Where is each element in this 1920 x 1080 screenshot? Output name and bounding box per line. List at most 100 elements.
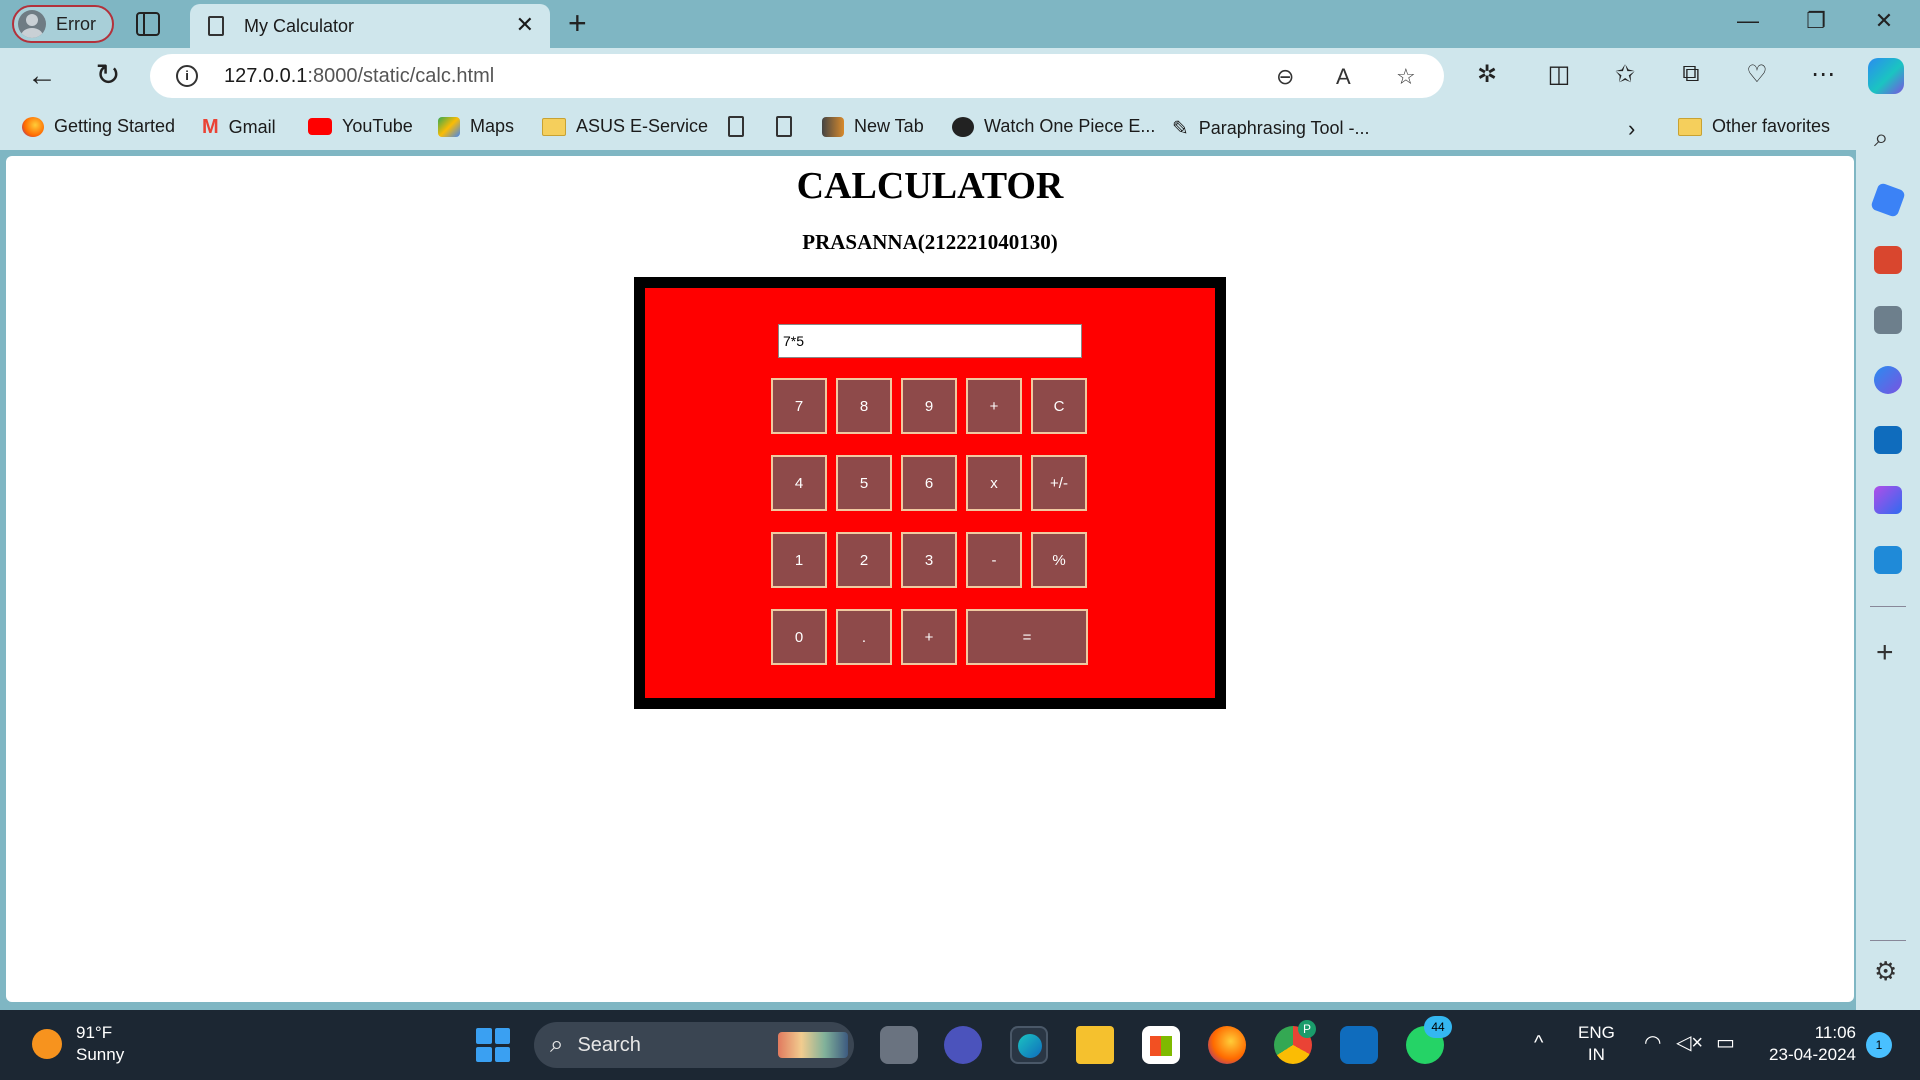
page-icon	[208, 16, 224, 36]
tab-my-calculator[interactable]: My Calculator ✕	[190, 4, 550, 48]
favorite-star-icon[interactable]: ☆	[1396, 64, 1416, 90]
more-menu-icon[interactable]: ⋯	[1806, 60, 1840, 89]
outlook-icon[interactable]	[1874, 426, 1902, 454]
restore-icon[interactable]: ❐	[1796, 8, 1836, 34]
collections-icon[interactable]: ⧉	[1674, 60, 1708, 88]
tools-icon[interactable]	[1874, 246, 1902, 274]
favorites-icon[interactable]: ✩	[1608, 60, 1642, 89]
refresh-icon[interactable]: ↻	[88, 58, 128, 94]
key-decimal[interactable]: .	[836, 609, 892, 665]
close-window-icon[interactable]: ✕	[1864, 8, 1904, 34]
key-percent[interactable]: %	[1031, 532, 1087, 588]
favorite-paraphrasing-tool[interactable]: ✎ Paraphrasing Tool -...	[1172, 116, 1370, 141]
new-tab-icon[interactable]: +	[568, 6, 587, 40]
read-aloud-icon[interactable]: A	[1336, 64, 1351, 90]
key-plus[interactable]: +	[966, 378, 1022, 434]
whatsapp-icon[interactable]: 44	[1406, 1016, 1452, 1064]
taskbar-search[interactable]: ⌕ Search	[534, 1022, 854, 1068]
key-2[interactable]: 2	[836, 532, 892, 588]
send-icon[interactable]	[1874, 546, 1902, 574]
key-7[interactable]: 7	[771, 378, 827, 434]
key-minus[interactable]: -	[966, 532, 1022, 588]
one-piece-icon	[952, 116, 974, 137]
task-view-icon[interactable]	[880, 1026, 918, 1064]
search-icon[interactable]: ⌕	[1874, 122, 1889, 154]
key-0[interactable]: 0	[771, 609, 827, 665]
split-screen-icon[interactable]: ◫	[1542, 60, 1576, 89]
gmail-icon: M	[202, 116, 219, 138]
edge-icon[interactable]	[1010, 1026, 1048, 1064]
sun-icon	[32, 1029, 62, 1059]
favorites-bar: Getting Started M Gmail YouTube Maps ASU…	[0, 106, 1920, 150]
more-favorites-chevron-icon[interactable]: ›	[1628, 116, 1635, 142]
chrome-icon[interactable]: P	[1274, 1020, 1316, 1064]
clock[interactable]: 11:06 23-04-2024	[1760, 1022, 1856, 1066]
key-plus-2[interactable]: +	[901, 609, 957, 665]
key-1[interactable]: 1	[771, 532, 827, 588]
firefox-icon[interactable]	[1208, 1026, 1246, 1064]
key-5[interactable]: 5	[836, 455, 892, 511]
title-bar: Error My Calculator ✕ + — ❐ ✕	[0, 0, 1920, 48]
browser-essentials-icon[interactable]: ♡	[1740, 60, 1774, 89]
favorite-watch-one-piece[interactable]: Watch One Piece E...	[952, 116, 1155, 137]
weather-widget[interactable]: 91°F Sunny	[32, 1022, 124, 1066]
favorite-youtube[interactable]: YouTube	[308, 116, 413, 137]
sidebar-divider	[1870, 606, 1906, 607]
address-bar[interactable]: i 127.0.0.1:8000/static/calc.html ⊖ A ☆	[150, 54, 1444, 98]
games-icon[interactable]	[1874, 306, 1902, 334]
show-hidden-icons-chevron-icon[interactable]: ^	[1534, 1032, 1543, 1054]
favorite-file-1[interactable]	[728, 116, 744, 137]
weather-desc: Sunny	[76, 1045, 125, 1064]
copilot-icon[interactable]	[1868, 58, 1904, 94]
key-9[interactable]: 9	[901, 378, 957, 434]
sidebar-divider	[1870, 940, 1906, 941]
key-6[interactable]: 6	[901, 455, 957, 511]
language-indicator[interactable]: ENG IN	[1578, 1022, 1615, 1066]
key-equals[interactable]: =	[966, 609, 1088, 665]
favorite-file-2[interactable]	[776, 116, 792, 137]
key-3[interactable]: 3	[901, 532, 957, 588]
favorite-gmail[interactable]: M Gmail	[202, 116, 276, 139]
favorite-new-tab[interactable]: New Tab	[822, 116, 924, 137]
microsoft-365-icon[interactable]	[1874, 366, 1902, 394]
zoom-out-icon[interactable]: ⊖	[1276, 64, 1294, 90]
key-4[interactable]: 4	[771, 455, 827, 511]
settings-gear-icon[interactable]: ⚙	[1874, 956, 1897, 987]
notification-count[interactable]: 1	[1866, 1032, 1892, 1058]
microsoft-store-icon[interactable]	[1142, 1026, 1180, 1064]
page-subtitle: PRASANNA(212221040130)	[802, 230, 1058, 254]
other-favorites[interactable]: Other favorites	[1678, 116, 1830, 137]
url-text[interactable]: 127.0.0.1:8000/static/calc.html	[224, 65, 494, 88]
teams-chat-icon[interactable]	[944, 1026, 982, 1064]
address-toolbar: ← ↻ i 127.0.0.1:8000/static/calc.html ⊖ …	[0, 48, 1920, 106]
key-multiply[interactable]: x	[966, 455, 1022, 511]
avatar-icon	[18, 10, 46, 38]
favorite-asus-e-service[interactable]: ASUS E-Service	[542, 116, 708, 137]
extensions-icon[interactable]: ✲	[1470, 60, 1504, 89]
favorite-maps[interactable]: Maps	[438, 116, 514, 137]
profile-button[interactable]: Error	[12, 5, 114, 43]
tab-actions-icon[interactable]	[136, 12, 160, 36]
search-label: Search	[577, 1033, 641, 1056]
file-explorer-icon[interactable]	[1076, 1026, 1114, 1064]
battery-icon[interactable]: ▭	[1716, 1032, 1735, 1054]
calculator-frame: 7*5 7 8 9 + C 4 5 6 x +/- 1 2 3 - % 0 . …	[634, 277, 1226, 709]
folder-icon	[542, 117, 566, 136]
shopping-tag-icon[interactable]	[1870, 182, 1906, 218]
back-icon[interactable]: ←	[22, 58, 62, 94]
minimize-icon[interactable]: —	[1728, 8, 1768, 34]
key-negate[interactable]: +/-	[1031, 455, 1087, 511]
add-icon[interactable]: +	[1876, 636, 1894, 670]
favorite-getting-started[interactable]: Getting Started	[22, 116, 175, 137]
calculator-display[interactable]: 7*5	[778, 324, 1082, 358]
key-8[interactable]: 8	[836, 378, 892, 434]
whatsapp-badge: 44	[1424, 1016, 1452, 1038]
key-clear[interactable]: C	[1031, 378, 1087, 434]
designer-icon[interactable]	[1874, 486, 1902, 514]
close-tab-icon[interactable]: ✕	[516, 13, 534, 37]
vscode-icon[interactable]	[1340, 1026, 1378, 1064]
windows-start-icon[interactable]	[476, 1028, 510, 1062]
wifi-icon[interactable]: ◠	[1644, 1032, 1661, 1054]
volume-muted-icon[interactable]: ◁×	[1676, 1032, 1703, 1054]
site-info-icon[interactable]: i	[176, 65, 198, 87]
